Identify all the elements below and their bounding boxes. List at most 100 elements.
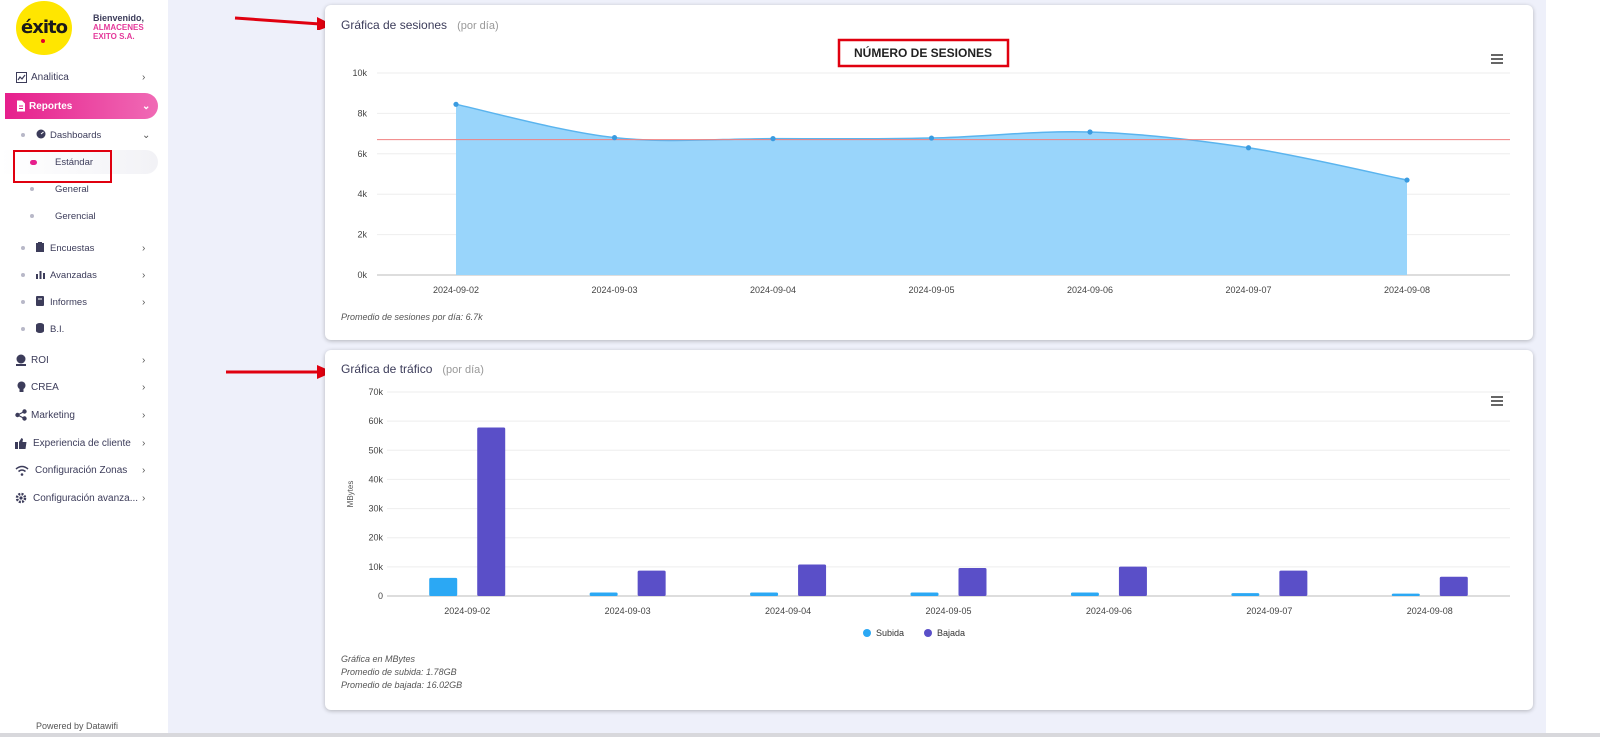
traffic-card: Gráfica de tráfico (por día) 0 10k 20k 30k 40… <box>325 350 1533 710</box>
sidebar-item-reportes[interactable]: Reportes ⌄ <box>5 93 158 119</box>
sidebar-item-label: Analitica <box>31 71 69 83</box>
sidebar-item-label: B.I. <box>50 323 65 335</box>
horizontal-scrollbar[interactable] <box>0 733 1600 737</box>
sidebar-item-encuestas[interactable]: Encuestas › <box>0 236 160 260</box>
x-tick-label: 2024-09-05 <box>925 606 971 616</box>
sidebar-item-informes[interactable]: Informes › <box>0 290 160 314</box>
bar-bajada <box>1439 576 1468 596</box>
data-point <box>770 136 776 142</box>
logo-dot <box>41 39 45 43</box>
traffic-chart: 0 10k 20k 30k 40k 50k 60k 70k MBytes 2024-09-02 20… <box>346 387 1510 638</box>
area-fill <box>456 104 1407 275</box>
sidebar-item-label: Reportes <box>29 100 73 112</box>
y-tick-label: 70k <box>368 387 383 397</box>
bar-bajada <box>637 570 666 596</box>
x-tick-label: 2024-09-02 <box>433 285 479 295</box>
chart-title: NÚMERO DE SESIONES <box>854 45 992 60</box>
data-point <box>1087 129 1093 135</box>
document-icon <box>15 100 27 112</box>
y-tick-label: 40k <box>368 474 383 484</box>
exito-logo[interactable]: éxito <box>16 1 72 55</box>
bar-subida <box>1231 593 1260 596</box>
x-tick-label: 2024-09-07 <box>1246 606 1292 616</box>
x-tick-label: 2024-09-05 <box>908 285 954 295</box>
x-tick-label: 2024-09-06 <box>1086 606 1132 616</box>
database-icon <box>36 323 44 335</box>
sidebar-item-configuracion-avanzada[interactable]: Configuración avanza... › <box>0 485 160 511</box>
y-tick-label: 0 <box>378 591 383 601</box>
sidebar-item-label: Dashboards <box>50 129 102 141</box>
x-tick-label: 2024-09-08 <box>1407 606 1453 616</box>
sidebar-item-label: Marketing <box>31 409 75 421</box>
chevron-right-icon: › <box>142 464 146 476</box>
x-tick-label: 2024-09-08 <box>1384 285 1430 295</box>
sidebar-item-dashboards[interactable]: Dashboards ⌄ <box>0 123 160 147</box>
wifi-icon <box>15 464 29 476</box>
bullet-icon <box>21 246 25 250</box>
chart-icon <box>15 71 27 83</box>
annotation-arrow-traffic <box>226 365 333 379</box>
bullet-icon <box>30 214 34 218</box>
bullet-icon <box>30 187 34 191</box>
y-axis-label: MBytes <box>346 481 355 508</box>
chevron-right-icon: › <box>142 269 146 281</box>
bar-bajada <box>1118 566 1147 596</box>
traffic-footer-download: Promedio de bajada: 16.02GB <box>341 680 463 690</box>
sessions-chart: 0k 2k 4k 6k 8k 10k 2024-09-02 2024-09-03 2024-09… <box>352 38 1510 295</box>
share-icon <box>15 409 27 421</box>
sidebar-item-roi[interactable]: ROI › <box>0 347 160 373</box>
sidebar-item-general[interactable]: General <box>0 177 158 201</box>
chevron-right-icon: › <box>142 409 146 421</box>
welcome-line2: ALMACENES <box>93 23 144 32</box>
chevron-right-icon: › <box>142 242 146 254</box>
sidebar-item-label: Gerencial <box>55 210 96 222</box>
lightbulb-icon <box>15 381 27 393</box>
sidebar-item-analitica[interactable]: Analitica › <box>0 64 160 90</box>
chevron-right-icon: › <box>142 437 146 449</box>
chevron-right-icon: › <box>142 381 146 393</box>
x-tick-label: 2024-09-03 <box>591 285 637 295</box>
bar-subida <box>1391 593 1420 596</box>
sidebar-item-label: Informes <box>50 296 87 308</box>
sidebar: éxito Bienvenido, ALMACENES EXITO S.A. A… <box>0 0 168 737</box>
chevron-right-icon: › <box>142 71 146 83</box>
legend-label: Subida <box>876 628 904 638</box>
sidebar-item-label: CREA <box>31 381 59 393</box>
bullet-icon <box>21 133 25 137</box>
sidebar-item-label: Encuestas <box>50 242 95 254</box>
sessions-footer: Promedio de sesiones por día: 6.7k <box>341 312 483 322</box>
y-tick-label: 10k <box>352 68 367 78</box>
bar-bajada <box>798 564 827 596</box>
sidebar-item-configuracion-zonas[interactable]: Configuración Zonas › <box>0 457 160 483</box>
x-tick-label: 2024-09-02 <box>444 606 490 616</box>
sidebar-item-label: Configuración avanza... <box>33 492 139 504</box>
gear-icon <box>15 492 27 504</box>
bar-bajada <box>1279 570 1308 596</box>
sidebar-item-label: Avanzadas <box>50 269 97 281</box>
y-tick-label: 50k <box>368 445 383 455</box>
legend-label: Bajada <box>937 628 965 638</box>
y-tick-label: 10k <box>368 562 383 572</box>
bullet-icon <box>21 327 25 331</box>
sidebar-item-gerencial[interactable]: Gerencial <box>0 204 158 228</box>
gauge-icon <box>36 129 46 141</box>
sidebar-item-avanzadas[interactable]: Avanzadas › <box>0 263 160 287</box>
bar-chart-icon <box>36 270 45 281</box>
sidebar-item-experiencia-de-cliente[interactable]: Experiencia de cliente › <box>0 430 160 456</box>
x-tick-label: 2024-09-04 <box>765 606 811 616</box>
data-point <box>1404 177 1410 183</box>
thumbs-up-icon <box>15 437 27 449</box>
sidebar-item-marketing[interactable]: Marketing › <box>0 402 160 428</box>
chevron-right-icon: › <box>142 492 146 504</box>
sidebar-item-bi[interactable]: B.I. <box>0 317 160 341</box>
bar-subida <box>1070 592 1099 596</box>
chevron-down-icon: ⌄ <box>142 129 151 141</box>
bar-subida <box>589 592 618 596</box>
y-tick-label: 8k <box>357 108 367 118</box>
sessions-card: Gráfica de sesiones (por día) 0k 2k 4k 6k 8k 1… <box>325 5 1533 340</box>
sidebar-item-crea[interactable]: CREA › <box>0 374 160 400</box>
traffic-footer-unit: Gráfica en MBytes <box>341 654 416 664</box>
powered-by-text: Powered by Datawifi <box>36 721 119 731</box>
traffic-footer-upload: Promedio de subida: 1.78GB <box>341 667 457 677</box>
welcome-line3: EXITO S.A. <box>93 32 135 41</box>
